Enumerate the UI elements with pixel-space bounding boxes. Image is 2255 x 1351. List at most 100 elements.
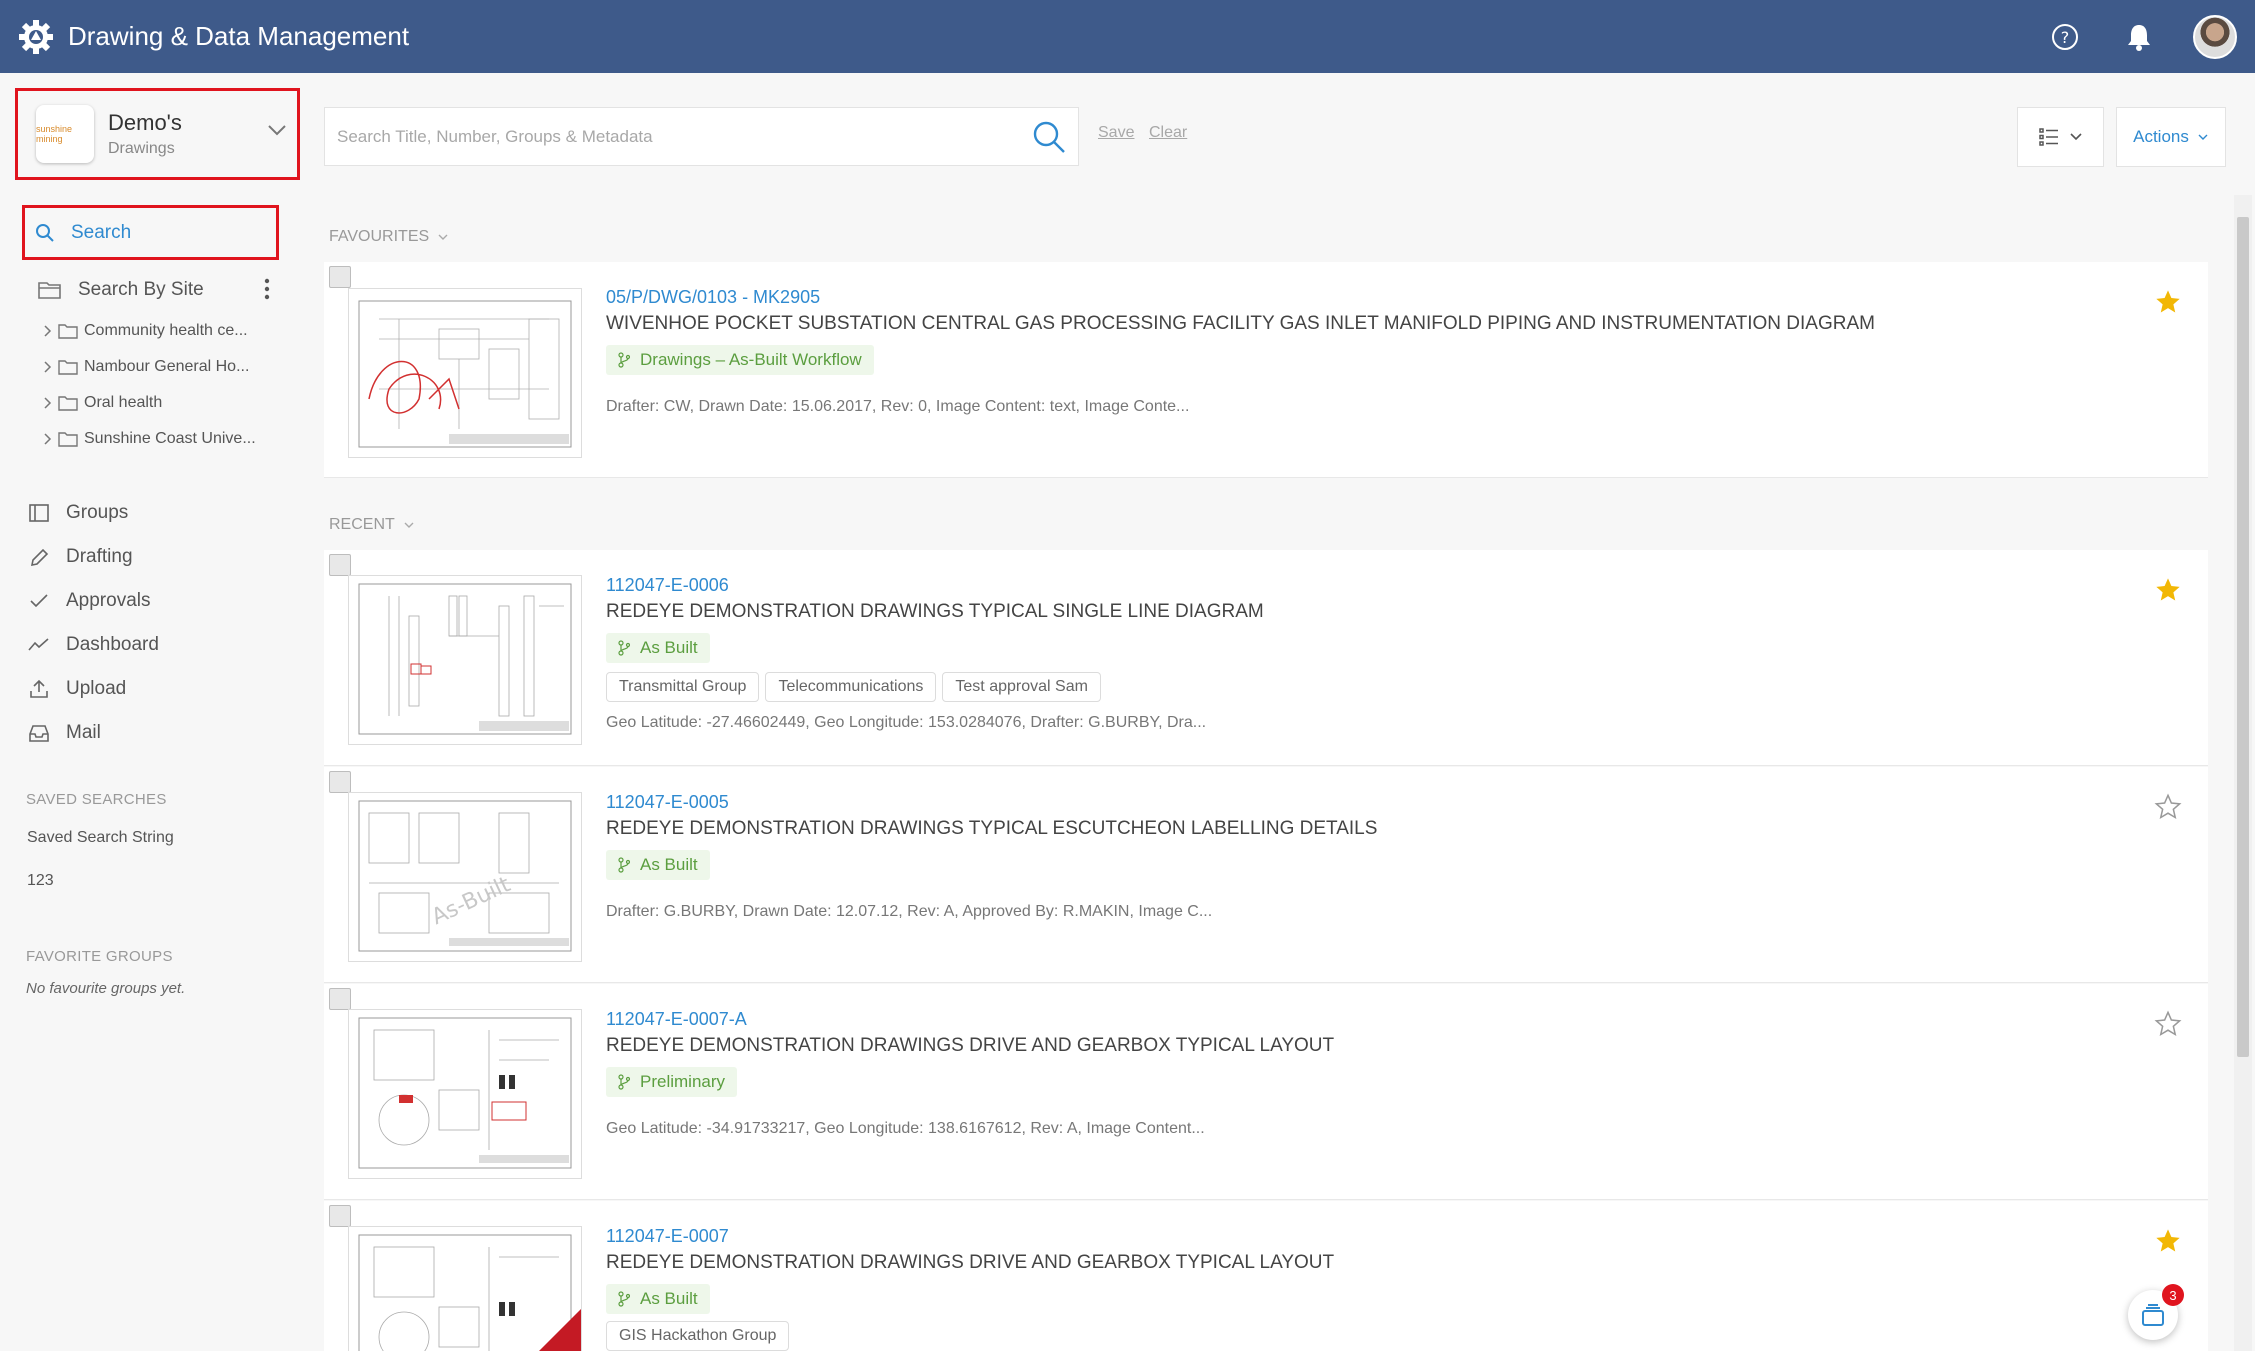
- document-number[interactable]: 112047-E-0006: [606, 575, 729, 596]
- favorite-groups-empty: No favourite groups yet.: [26, 980, 186, 997]
- document-card[interactable]: As-Built 112047-E-0005 REDEYE DEMONSTRAT…: [324, 767, 2208, 983]
- group-tag[interactable]: Telecommunications: [765, 672, 937, 702]
- user-avatar[interactable]: [2193, 14, 2237, 59]
- workflow-status-tag[interactable]: Preliminary: [606, 1067, 738, 1097]
- tray-button[interactable]: 3: [2128, 1284, 2184, 1340]
- workflow-status-tag[interactable]: As Built: [606, 633, 710, 663]
- document-number[interactable]: 112047-E-0007-A: [606, 1009, 747, 1030]
- workspace-selector[interactable]: sunshine mining Demo's Drawings: [15, 88, 300, 180]
- select-checkbox[interactable]: [329, 266, 351, 288]
- bell-icon[interactable]: [2119, 17, 2159, 57]
- document-thumbnail[interactable]: [348, 575, 582, 745]
- workflow-status-label: Preliminary: [640, 1072, 726, 1091]
- save-search-link[interactable]: Save: [1098, 124, 1134, 142]
- document-thumbnail[interactable]: As-Built: [348, 792, 582, 962]
- chevron-down-icon: [404, 522, 414, 528]
- sidebar-item-upload[interactable]: Upload: [28, 667, 159, 711]
- sidebar-item-groups[interactable]: Groups: [28, 491, 159, 535]
- notification-badge: 3: [2162, 1284, 2184, 1306]
- chevron-down-icon: [438, 234, 448, 240]
- search-input[interactable]: [325, 126, 1005, 147]
- chevron-right-icon[interactable]: [42, 324, 52, 338]
- document-thumbnail[interactable]: [348, 1226, 582, 1351]
- upload-icon: [30, 679, 48, 698]
- site-tree-item[interactable]: Community health ce...: [42, 313, 256, 349]
- branch-icon: [618, 1074, 630, 1090]
- workflow-status-tag[interactable]: Drawings – As-Built Workflow: [606, 345, 874, 375]
- select-checkbox[interactable]: [329, 771, 351, 793]
- document-title[interactable]: REDEYE DEMONSTRATION DRAWINGS DRIVE AND …: [606, 1035, 1334, 1057]
- workflow-status-label: As Built: [640, 638, 698, 657]
- sidebar-item-label: Drafting: [66, 546, 133, 567]
- document-title[interactable]: REDEYE DEMONSTRATION DRAWINGS TYPICAL SI…: [606, 601, 1264, 623]
- document-card[interactable]: 112047-E-0006 REDEYE DEMONSTRATION DRAWI…: [324, 550, 2208, 766]
- site-tree-item[interactable]: Sunshine Coast Unive...: [42, 421, 256, 457]
- workflow-status-tag[interactable]: As Built: [606, 1284, 710, 1314]
- sidebar-item-drafting[interactable]: Drafting: [28, 535, 159, 579]
- scrollbar-thumb[interactable]: [2237, 217, 2249, 1057]
- chevron-down-icon: [2069, 133, 2082, 141]
- star-outline-icon[interactable]: [2154, 1010, 2182, 1038]
- document-card[interactable]: 112047-E-0007 REDEYE DEMONSTRATION DRAWI…: [324, 1201, 2208, 1351]
- more-vertical-icon[interactable]: [264, 278, 270, 300]
- document-number[interactable]: 112047-E-0005: [606, 792, 729, 813]
- list-view-icon: [2038, 128, 2058, 146]
- group-tag[interactable]: Transmittal Group: [606, 672, 760, 702]
- recent-heading-label: RECENT: [329, 516, 395, 533]
- actions-button[interactable]: Actions: [2116, 107, 2226, 167]
- favourites-heading[interactable]: FAVOURITES: [329, 228, 449, 246]
- star-filled-icon[interactable]: [2154, 288, 2182, 316]
- site-tree-label: Nambour General Ho...: [84, 358, 250, 375]
- chevron-right-icon[interactable]: [42, 360, 52, 374]
- clear-search-link[interactable]: Clear: [1149, 124, 1187, 142]
- book-icon: [29, 504, 49, 522]
- document-card[interactable]: 05/P/DWG/0103 - MK2905 WIVENHOE POCKET S…: [324, 262, 2208, 478]
- saved-search-item[interactable]: 123: [27, 872, 54, 890]
- select-checkbox[interactable]: [329, 1205, 351, 1227]
- chevron-down-icon: [2198, 134, 2208, 140]
- view-toggle-button[interactable]: [2017, 107, 2104, 167]
- group-tag[interactable]: Test approval Sam: [942, 672, 1101, 702]
- group-tags: GIS Hackathon Group: [606, 1321, 790, 1351]
- workspace-logo: sunshine mining: [36, 105, 94, 163]
- group-tags: Transmittal Group Telecommunications Tes…: [606, 672, 1101, 702]
- document-number[interactable]: 05/P/DWG/0103 - MK2905: [606, 287, 820, 308]
- select-checkbox[interactable]: [329, 988, 351, 1010]
- star-filled-icon[interactable]: [2154, 576, 2182, 604]
- recent-heading[interactable]: RECENT: [329, 516, 415, 534]
- document-title[interactable]: REDEYE DEMONSTRATION DRAWINGS TYPICAL ES…: [606, 818, 1377, 840]
- search-box: [324, 107, 1079, 166]
- search-icon[interactable]: [1032, 120, 1066, 154]
- check-icon: [30, 594, 48, 608]
- chevron-right-icon[interactable]: [42, 432, 52, 446]
- gear-logo-icon[interactable]: [16, 17, 56, 57]
- site-tree-item[interactable]: Nambour General Ho...: [42, 349, 256, 385]
- help-icon[interactable]: ?: [2045, 17, 2085, 57]
- document-card[interactable]: 112047-E-0007-A REDEYE DEMONSTRATION DRA…: [324, 984, 2208, 1200]
- document-title[interactable]: REDEYE DEMONSTRATION DRAWINGS DRIVE AND …: [606, 1252, 1334, 1274]
- chevron-down-icon[interactable]: [267, 123, 287, 137]
- document-thumbnail[interactable]: [348, 1009, 582, 1179]
- saved-search-item[interactable]: Saved Search String: [27, 829, 174, 847]
- folder-icon: [58, 324, 78, 339]
- document-number[interactable]: 112047-E-0007: [606, 1226, 729, 1247]
- workflow-status-tag[interactable]: As Built: [606, 850, 710, 880]
- document-thumbnail[interactable]: [348, 288, 582, 458]
- sidebar-item-approvals[interactable]: Approvals: [28, 579, 159, 623]
- scrollbar[interactable]: [2234, 195, 2252, 1351]
- workspace-subtitle: Drawings: [108, 140, 175, 157]
- app-header: Drawing & Data Management ?: [0, 0, 2255, 73]
- star-filled-icon[interactable]: [2154, 1227, 2182, 1255]
- sidebar-item-search[interactable]: Search: [22, 205, 279, 260]
- sidebar-item-search-by-site[interactable]: Search By Site: [38, 270, 278, 310]
- branch-icon: [618, 640, 630, 656]
- chevron-right-icon[interactable]: [42, 396, 52, 410]
- sidebar-item-dashboard[interactable]: Dashboard: [28, 623, 159, 667]
- site-tree-item[interactable]: Oral health: [42, 385, 256, 421]
- sidebar-item-mail[interactable]: Mail: [28, 711, 159, 755]
- sidebar-item-label: Dashboard: [66, 634, 159, 655]
- document-title[interactable]: WIVENHOE POCKET SUBSTATION CENTRAL GAS P…: [606, 313, 1875, 335]
- group-tag[interactable]: GIS Hackathon Group: [606, 1321, 790, 1351]
- star-outline-icon[interactable]: [2154, 793, 2182, 821]
- select-checkbox[interactable]: [329, 554, 351, 576]
